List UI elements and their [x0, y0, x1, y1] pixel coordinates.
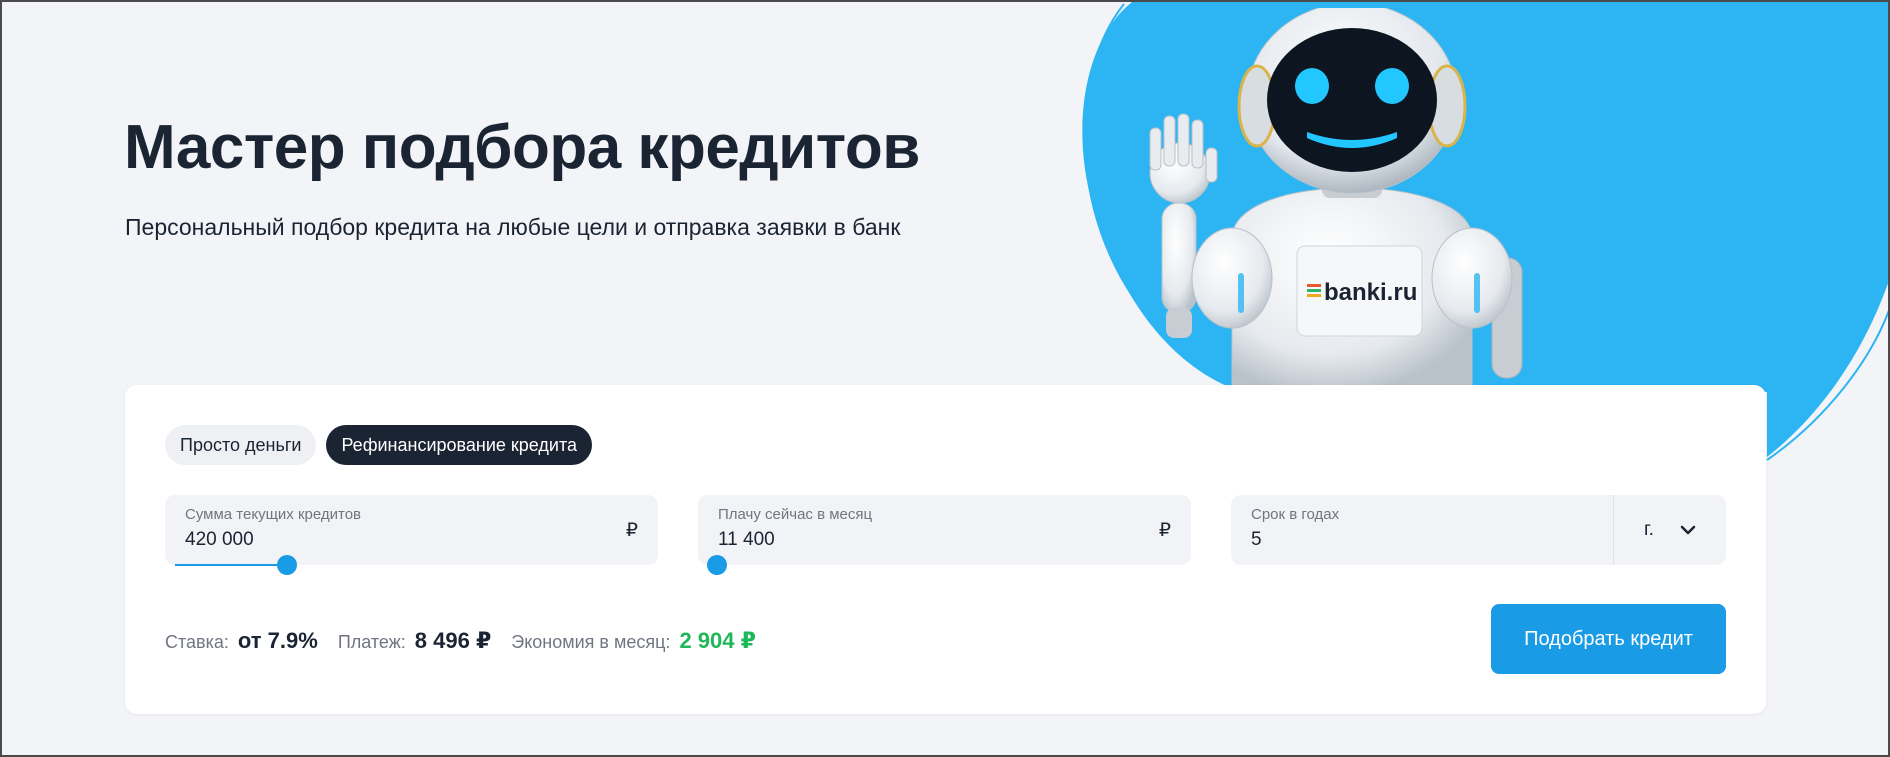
find-loan-button[interactable]: Подобрать кредит — [1491, 604, 1726, 674]
loan-type-tabs: Просто деньги Рефинансирование кредита — [165, 425, 593, 465]
payment-label: Платеж: — [337, 632, 406, 652]
term-field[interactable]: Срок в годах 5 г. — [1231, 495, 1726, 565]
tab-simple-money[interactable]: Просто деньги — [165, 425, 317, 465]
current-loans-slider-track[interactable] — [175, 564, 287, 566]
current-loans-slider-handle[interactable] — [277, 555, 297, 575]
page-title: Мастер подбора кредитов — [124, 113, 920, 182]
chevron-down-icon — [1680, 525, 1696, 535]
term-label: Срок в годах — [1251, 506, 1340, 523]
loan-summary: Ставка: от 7.9% Платеж: 8 496 ₽ Экономия… — [165, 628, 776, 654]
tab-refinancing[interactable]: Рефинансирование кредита — [326, 425, 593, 465]
payment-value: 8 496 ₽ — [414, 628, 492, 653]
page-subtitle: Персональный подбор кредита на любые цел… — [125, 214, 901, 240]
ruble-icon: ₽ — [625, 520, 638, 541]
loan-calculator-card: Просто деньги Рефинансирование кредита С… — [125, 385, 1766, 714]
monthly-payment-field[interactable]: Плачу сейчас в месяц 11 400 ₽ — [698, 495, 1191, 575]
monthly-payment-input[interactable]: 11 400 — [718, 529, 775, 551]
term-unit-value: г. — [1644, 519, 1654, 540]
current-loans-input[interactable]: 420 000 — [185, 529, 254, 551]
monthly-payment-slider-handle[interactable] — [707, 555, 727, 575]
rate-label: Ставка: — [165, 632, 229, 652]
savings-value: 2 904 ₽ — [679, 628, 756, 653]
term-input[interactable]: 5 — [1251, 529, 1262, 551]
current-loans-label: Сумма текущих кредитов — [185, 506, 362, 523]
page: Мастер подбора кредитов Персональный под… — [0, 0, 1890, 757]
current-loans-field[interactable]: Сумма текущих кредитов 420 000 ₽ — [165, 495, 658, 575]
savings-label: Экономия в месяц: — [511, 632, 671, 652]
rate-value: от 7.9% — [237, 628, 318, 653]
term-unit-select[interactable]: г. — [1613, 495, 1726, 565]
robot-badge-text: banki.ru — [1324, 279, 1417, 306]
ruble-icon: ₽ — [1158, 520, 1171, 541]
robot-mascot-image: banki.ru — [1149, 8, 1523, 386]
monthly-payment-label: Плачу сейчас в месяц — [718, 506, 873, 523]
